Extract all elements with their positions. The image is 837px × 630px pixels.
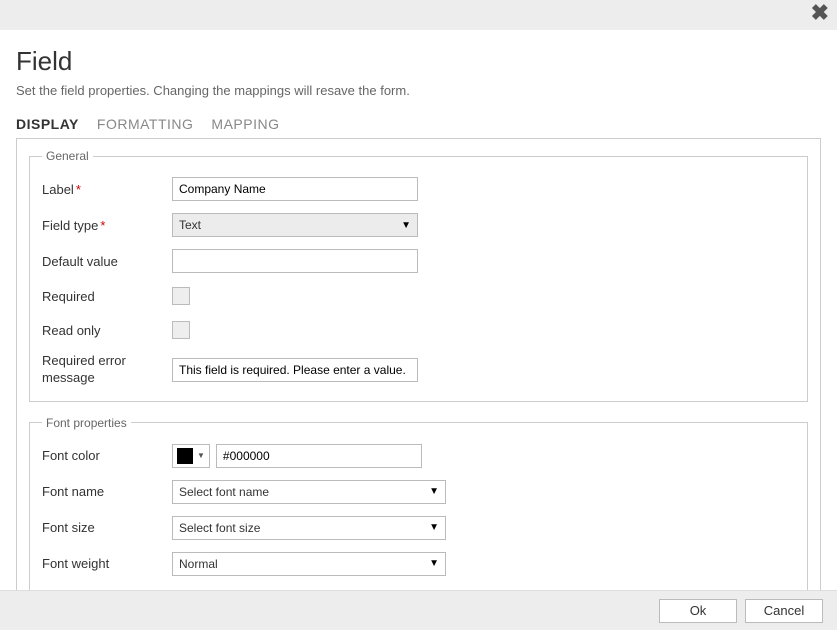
font-color-picker[interactable]: ▼ (172, 444, 210, 468)
label-required-error: Required error message (42, 353, 172, 387)
ok-button[interactable]: Ok (659, 599, 737, 623)
default-value-input[interactable] (172, 249, 418, 273)
dialog-footer: Ok Cancel (0, 590, 837, 630)
required-checkbox[interactable] (172, 287, 190, 305)
group-font-legend: Font properties (42, 416, 131, 430)
read-only-checkbox[interactable] (172, 321, 190, 339)
tab-bar: DISPLAY FORMATTING MAPPING (16, 116, 821, 132)
font-name-select[interactable]: Select font name ▼ (172, 480, 446, 504)
label-field-type: Field type* (42, 218, 172, 233)
label-required: Required (42, 289, 172, 304)
cancel-button[interactable]: Cancel (745, 599, 823, 623)
label-input[interactable] (172, 177, 418, 201)
dialog-header: ✖ (0, 0, 837, 30)
font-color-input[interactable] (216, 444, 422, 468)
tab-display[interactable]: DISPLAY (16, 116, 79, 132)
chevron-down-icon: ▼ (429, 486, 439, 497)
chevron-down-icon: ▼ (197, 451, 205, 460)
field-type-select[interactable]: Text ▼ (172, 213, 418, 237)
dialog-body: Field Set the field properties. Changing… (0, 30, 837, 614)
chevron-down-icon: ▼ (429, 522, 439, 533)
label-font-color: Font color (42, 448, 172, 463)
tab-panel-display: General Label* Field type* Text ▼ (16, 138, 821, 614)
color-swatch-icon (177, 448, 193, 464)
font-size-select[interactable]: Select font size ▼ (172, 516, 446, 540)
dialog-title: Field (16, 46, 821, 77)
group-general-legend: General (42, 149, 93, 163)
group-general: General Label* Field type* Text ▼ (29, 149, 808, 402)
label-font-weight: Font weight (42, 556, 172, 571)
tab-mapping[interactable]: MAPPING (211, 116, 279, 132)
required-error-input[interactable] (172, 358, 418, 382)
dialog-subtitle: Set the field properties. Changing the m… (16, 83, 821, 98)
font-weight-select[interactable]: Normal ▼ (172, 552, 446, 576)
label-default-value: Default value (42, 254, 172, 269)
chevron-down-icon: ▼ (401, 220, 411, 231)
label-font-name: Font name (42, 484, 172, 499)
tab-formatting[interactable]: FORMATTING (97, 116, 194, 132)
group-font: Font properties Font color ▼ Font name S… (29, 416, 808, 591)
chevron-down-icon: ▼ (429, 558, 439, 569)
label-font-size: Font size (42, 520, 172, 535)
close-icon[interactable]: ✖ (811, 2, 829, 24)
label-label: Label* (42, 182, 172, 197)
label-read-only: Read only (42, 323, 172, 338)
